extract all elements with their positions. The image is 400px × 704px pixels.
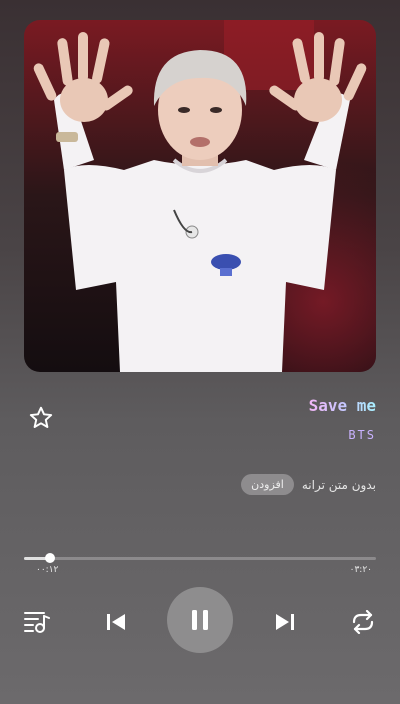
album-artwork [24,20,376,372]
elapsed-time: ۰۰:۱۲ [36,565,59,575]
skip-previous-icon[interactable] [106,612,126,632]
total-duration: ۰۳:۲۰ [349,565,372,575]
play-pause-button[interactable] [167,587,233,653]
seek-thumb[interactable] [45,553,56,563]
track-artist[interactable]: BTS [348,428,376,442]
seek-bar[interactable] [24,553,376,563]
queue-music-icon[interactable] [24,610,50,634]
favorite-star-icon[interactable] [28,405,54,431]
no-lyrics-label: بدون متن ترانه [301,477,376,492]
track-title: Save me [308,396,376,415]
repeat-icon[interactable] [350,610,376,634]
pause-icon [192,610,208,630]
skip-next-icon[interactable] [275,612,295,632]
add-lyrics-button[interactable]: افزودن [241,474,294,495]
lyrics-row: بدون متن ترانه افزودن [241,474,376,495]
